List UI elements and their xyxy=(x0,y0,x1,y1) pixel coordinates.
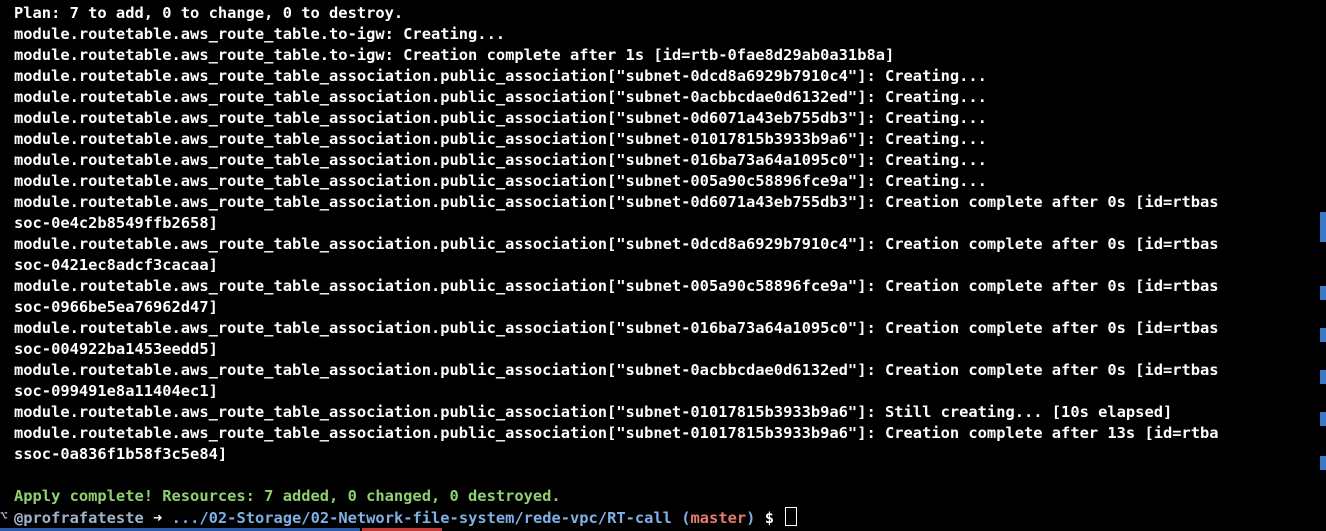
terminal-line: Plan: 7 to add, 0 to change, 0 to destro… xyxy=(14,4,404,22)
terminal-line: module.routetable.aws_route_table_associ… xyxy=(14,319,1219,337)
scroll-marker xyxy=(1320,328,1326,342)
terminal-line: module.routetable.aws_route_table_associ… xyxy=(14,361,1219,379)
scroll-marker xyxy=(1320,286,1326,300)
terminal-line: module.routetable.aws_route_table_associ… xyxy=(14,109,987,127)
terminal-line: module.routetable.aws_route_table_associ… xyxy=(14,151,987,169)
prompt-path: .../02-Storage/02-Network-file-system/re… xyxy=(171,509,672,527)
terminal-output: Plan: 7 to add, 0 to change, 0 to destro… xyxy=(14,3,1314,528)
scrollbar-markers[interactable] xyxy=(1320,210,1326,510)
terminal-line: module.routetable.aws_route_table_associ… xyxy=(14,88,987,106)
terminal-line: module.routetable.aws_route_table_associ… xyxy=(14,172,987,190)
prompt-arrow-icon: ➜ xyxy=(153,509,163,527)
terminal-line: ssoc-0a836f1b58f3c5e84] xyxy=(14,445,228,463)
scroll-marker xyxy=(1320,412,1326,426)
text-cursor[interactable] xyxy=(785,507,798,526)
git-branch: master xyxy=(690,509,747,527)
terminal-line: module.routetable.aws_route_table.to-igw… xyxy=(14,25,506,43)
terminal-line: module.routetable.aws_route_table_associ… xyxy=(14,67,987,85)
terminal-line: soc-0966be5ea76962d47] xyxy=(14,298,218,316)
terminal-line: soc-0421ec8adcf3cacaa] xyxy=(14,256,218,274)
terminal-line: module.routetable.aws_route_table_associ… xyxy=(14,193,1219,211)
terminal-window[interactable]: Plan: 7 to add, 0 to change, 0 to destro… xyxy=(0,0,1326,531)
scroll-marker xyxy=(1320,370,1326,384)
terminal-line: soc-0e4c2b8549ffb2658] xyxy=(14,214,218,232)
terminal-line: module.routetable.aws_route_table_associ… xyxy=(14,235,1219,253)
prompt-symbol: $ xyxy=(764,509,774,527)
terminal-line: soc-004922ba1453eedd5] xyxy=(14,340,218,358)
git-prompt-icon: ⌥ xyxy=(0,509,8,524)
branch-open-paren: ( xyxy=(681,509,691,527)
terminal-line: module.routetable.aws_route_table_associ… xyxy=(14,403,1173,421)
scroll-marker xyxy=(1320,212,1326,242)
terminal-line: soc-099491e8a11404ec1] xyxy=(14,382,218,400)
terminal-line: module.routetable.aws_route_table_associ… xyxy=(14,424,1219,442)
prompt-user: @profrafateste xyxy=(14,509,144,527)
apply-summary-line: Apply complete! Resources: 7 added, 0 ch… xyxy=(14,487,561,505)
terminal-line: module.routetable.aws_route_table.to-igw… xyxy=(14,46,895,64)
terminal-line: module.routetable.aws_route_table_associ… xyxy=(14,130,987,148)
terminal-line: module.routetable.aws_route_table_associ… xyxy=(14,277,1219,295)
branch-close-paren: ) xyxy=(746,509,756,527)
scroll-marker xyxy=(1320,456,1326,470)
shell-prompt[interactable]: @profrafateste ➜ .../02-Storage/02-Netwo… xyxy=(14,507,1314,528)
